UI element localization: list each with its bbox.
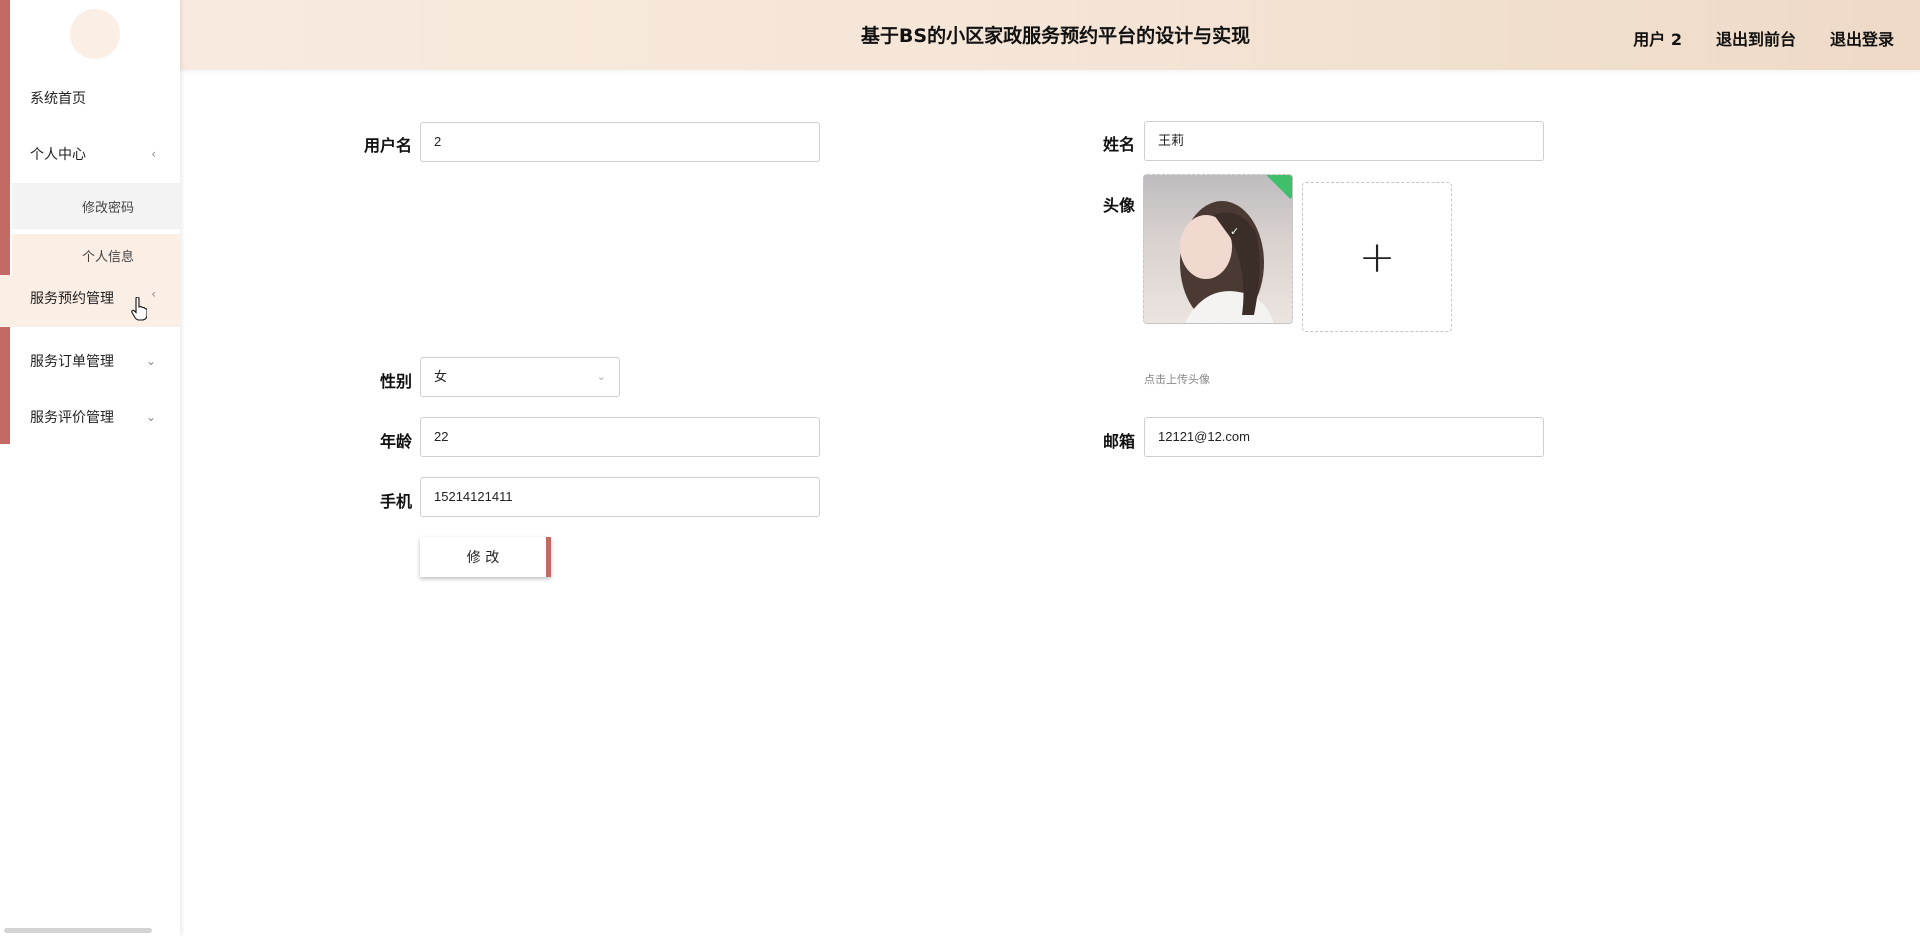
gender-select[interactable]: 女 ⌄ bbox=[420, 357, 620, 397]
avatar-upload-button[interactable]: + bbox=[1302, 182, 1452, 332]
email-label: 邮箱 bbox=[1102, 432, 1135, 451]
sidebar-item-label: 修改密码 bbox=[82, 200, 135, 216]
sidebar-item-label: 服务订单管理 bbox=[30, 354, 114, 370]
logo bbox=[70, 9, 120, 59]
name-field[interactable]: 王莉 bbox=[1144, 121, 1544, 161]
chevron-down-icon: ⌄ bbox=[145, 354, 156, 368]
logout-link[interactable]: 退出登录 bbox=[1830, 26, 1894, 50]
chevron-down-icon: ⌄ bbox=[145, 410, 156, 424]
username-label: 用户名 bbox=[363, 136, 412, 155]
gender-value: 女 bbox=[434, 369, 448, 384]
name-label: 姓名 bbox=[1102, 135, 1135, 154]
phone-field[interactable]: 15214121411 bbox=[420, 477, 820, 517]
username-field[interactable]: 2 bbox=[420, 122, 820, 162]
sidebar-scrollbar[interactable] bbox=[4, 928, 152, 933]
sidebar-item-home[interactable]: 系统首页 bbox=[0, 76, 180, 120]
chevron-down-icon: ⌄ bbox=[596, 371, 606, 383]
sidebar-subitem-personal-info[interactable]: 个人信息 bbox=[12, 234, 180, 276]
submit-button[interactable]: 修 改 bbox=[420, 537, 551, 577]
age-field[interactable]: 22 bbox=[420, 417, 820, 457]
avatar-photo bbox=[1180, 201, 1274, 323]
sidebar-item-review-manage[interactable]: 服务评价管理 ⌄ bbox=[0, 395, 180, 439]
sidebar-subitem-change-password[interactable]: 修改密码 bbox=[12, 183, 180, 229]
hand-pointer-icon bbox=[131, 297, 147, 321]
upload-hint: 点击上传头像 bbox=[1144, 373, 1210, 386]
chevron-left-icon: ‹ bbox=[151, 147, 156, 161]
chevron-left-icon: ‹ bbox=[151, 287, 156, 301]
sidebar-item-label: 服务评价管理 bbox=[30, 410, 114, 426]
sidebar-item-label: 服务预约管理 bbox=[30, 291, 114, 307]
exit-to-front-link[interactable]: 退出到前台 bbox=[1716, 26, 1796, 50]
top-header: 基于BS的小区家政服务预约平台的设计与实现 用户 2 退出到前台 退出登录 bbox=[180, 0, 1920, 70]
avatar-image[interactable]: ✓ bbox=[1143, 174, 1293, 324]
sidebar-item-label: 个人中心 bbox=[30, 147, 86, 163]
sidebar-item-label: 系统首页 bbox=[30, 91, 86, 107]
sidebar-item-personal-center[interactable]: 个人中心 ‹ bbox=[0, 132, 180, 176]
header-nav: 用户 2 退出到前台 退出登录 bbox=[1633, 0, 1894, 76]
sidebar-item-booking-manage[interactable]: 服务预约管理 ‹ bbox=[0, 275, 180, 327]
plus-icon: + bbox=[1358, 231, 1396, 283]
check-icon: ✓ bbox=[1230, 225, 1240, 238]
email-field[interactable]: 12121@12.com bbox=[1144, 417, 1544, 457]
sidebar: 系统首页 个人中心 ‹ 修改密码 个人信息 服务预约管理 ‹ 服务订单管理 ⌄ … bbox=[0, 0, 180, 936]
avatar-label: 头像 bbox=[1102, 196, 1135, 215]
gender-label: 性别 bbox=[379, 372, 412, 391]
user-menu[interactable]: 用户 2 bbox=[1633, 26, 1682, 50]
sidebar-item-order-manage[interactable]: 服务订单管理 ⌄ bbox=[0, 339, 180, 383]
sidebar-item-label: 个人信息 bbox=[82, 249, 135, 265]
age-label: 年龄 bbox=[379, 432, 412, 451]
phone-label: 手机 bbox=[379, 492, 412, 511]
